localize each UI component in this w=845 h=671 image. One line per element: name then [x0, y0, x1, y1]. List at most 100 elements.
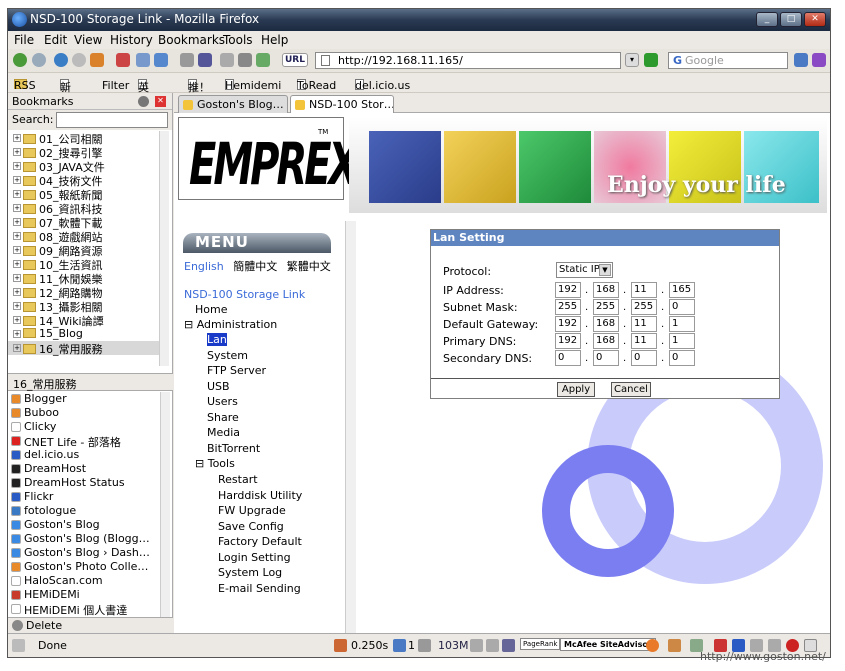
forward-icon[interactable]	[32, 53, 46, 67]
back-icon[interactable]	[13, 53, 27, 67]
bookmark-item[interactable]: Buboo	[8, 406, 163, 420]
list-scrollbar[interactable]	[160, 392, 170, 617]
admin-item[interactable]: Media	[207, 426, 240, 439]
tools-item[interactable]: Login Setting	[218, 551, 291, 564]
tools-item[interactable]: Restart	[218, 473, 258, 486]
admin-item[interactable]: Lan	[207, 333, 227, 346]
bookmark-item[interactable]: Goston's Blog › Dash…	[8, 546, 163, 560]
gear-icon[interactable]	[220, 53, 234, 67]
nav-home[interactable]: Home	[195, 303, 227, 316]
ip-octet-input[interactable]: 168	[593, 333, 619, 349]
stop-icon[interactable]	[72, 53, 86, 67]
extension-icon[interactable]	[116, 53, 130, 67]
tools-item[interactable]: Harddisk Utility	[218, 489, 302, 502]
nav-title[interactable]: NSD-100 Storage Link	[184, 288, 305, 301]
tool-icon[interactable]	[180, 53, 194, 67]
tools-item[interactable]: E-mail Sending	[218, 582, 301, 595]
folder-item[interactable]: +09_網路資源	[8, 243, 168, 258]
folder-item[interactable]: +12_網路購物	[8, 285, 168, 300]
tools-item[interactable]: Factory Default	[218, 535, 302, 548]
url-toggle-icon[interactable]: URL	[282, 53, 308, 67]
tool-icon-6[interactable]	[486, 639, 499, 652]
menu-edit[interactable]: Edit	[44, 33, 67, 47]
maximize-button[interactable]: □	[780, 12, 802, 27]
apply-button[interactable]: Apply	[557, 382, 595, 397]
menu-tools[interactable]: Tools	[223, 33, 253, 47]
edit-icon[interactable]	[418, 639, 431, 652]
expand-icon[interactable]: +	[13, 162, 21, 170]
ip-octet-input[interactable]: 192	[555, 316, 581, 332]
ip-octet-input[interactable]: 1	[669, 316, 695, 332]
bookmarks-icon[interactable]	[154, 53, 168, 67]
ip-octet-input[interactable]: 0	[593, 350, 619, 366]
expand-icon[interactable]: +	[13, 316, 21, 324]
go-icon[interactable]	[644, 53, 658, 67]
siteadvisor-indicator[interactable]: McAfee SiteAdvisor	[560, 638, 656, 651]
close-button[interactable]: ✕	[804, 12, 826, 27]
expand-icon[interactable]: +	[13, 274, 21, 282]
ip-octet-input[interactable]: 11	[631, 282, 657, 298]
tab-nsd-100[interactable]: NSD-100 Stor…	[290, 95, 394, 113]
ip-octet-input[interactable]: 165	[669, 282, 695, 298]
tools-item[interactable]: Save Config	[218, 520, 284, 533]
home-icon[interactable]	[90, 53, 104, 67]
address-bar[interactable]: http://192.168.11.165/	[315, 52, 621, 69]
bookmark-item[interactable]: del.icio.us	[8, 448, 163, 462]
folder-item[interactable]: +07_軟體下載	[8, 215, 168, 230]
folder-item[interactable]: +10_生活資訊	[8, 257, 168, 272]
admin-item[interactable]: Share	[207, 411, 239, 424]
admin-item[interactable]: FTP Server	[207, 364, 266, 377]
tool-icon-4[interactable]	[256, 53, 270, 67]
tools-item[interactable]: System Log	[218, 566, 282, 579]
ip-octet-input[interactable]: 1	[669, 333, 695, 349]
bookmark-item[interactable]: Goston's Blog	[8, 518, 163, 532]
toolbar-icon[interactable]	[794, 53, 808, 67]
ip-octet-input[interactable]: 0	[555, 350, 581, 366]
bookmark-item[interactable]: DreamHost Status	[8, 476, 163, 490]
menu-help[interactable]: Help	[261, 33, 288, 47]
admin-item[interactable]: Users	[207, 395, 238, 408]
folder-item[interactable]: +16_常用服務	[8, 341, 168, 356]
pagerank-indicator[interactable]: PageRank	[520, 638, 561, 650]
tool-icon-3[interactable]	[238, 53, 252, 67]
admin-item[interactable]: BitTorrent	[207, 442, 260, 455]
folder-item[interactable]: +08_遊戲網站	[8, 229, 168, 244]
toolbar-icon-2[interactable]	[812, 53, 826, 67]
expand-icon[interactable]: +	[13, 204, 21, 212]
menu-history[interactable]: History	[110, 33, 153, 47]
folder-item[interactable]: +13_攝影相關	[8, 299, 168, 314]
expand-icon[interactable]: +	[13, 344, 21, 352]
addon-icon-2[interactable]	[668, 639, 681, 652]
tab-gostons-blog[interactable]: Goston's Blog…	[178, 95, 288, 113]
menu-file[interactable]: File	[14, 33, 34, 47]
ip-octet-input[interactable]: 168	[593, 282, 619, 298]
bookmark-item[interactable]: fotologue	[8, 504, 163, 518]
ip-octet-input[interactable]: 255	[631, 299, 657, 315]
folder-item[interactable]: +15_Blog	[8, 327, 168, 341]
sidebar-toggle-icon[interactable]	[136, 53, 150, 67]
bookmark-item[interactable]: CNET Life - 部落格	[8, 434, 163, 449]
nav-administration[interactable]: ⊟ Administration	[184, 318, 277, 331]
expand-icon[interactable]: +	[13, 148, 21, 156]
ip-octet-input[interactable]: 168	[593, 316, 619, 332]
tree-scrollbar[interactable]	[159, 131, 169, 366]
admin-item[interactable]: USB	[207, 380, 230, 393]
expand-icon[interactable]: +	[13, 246, 21, 254]
globe-icon[interactable]	[502, 639, 515, 652]
folder-item[interactable]: +04_技術文件	[8, 173, 168, 188]
ip-octet-input[interactable]: 0	[669, 299, 695, 315]
folder-item[interactable]: +03_JAVA文件	[8, 159, 168, 174]
bookmark-item[interactable]: DreamHost	[8, 462, 163, 476]
delete-button[interactable]: Delete	[8, 617, 173, 633]
folder-item[interactable]: +02_搜尋引擎	[8, 145, 168, 160]
ip-octet-input[interactable]: 0	[669, 350, 695, 366]
reload-icon[interactable]	[54, 53, 68, 67]
expand-icon[interactable]: +	[13, 302, 21, 310]
expand-icon[interactable]: +	[13, 232, 21, 240]
folder-item[interactable]: +05_報紙新聞	[8, 187, 168, 202]
folder-item[interactable]: +14_Wiki論譚	[8, 313, 168, 328]
bookmark-item[interactable]: HEMiDEMi 個人書達	[8, 602, 163, 617]
ip-octet-input[interactable]: 192	[555, 282, 581, 298]
firefox-addon-icon[interactable]	[646, 639, 659, 652]
cancel-button[interactable]: Cancel	[611, 382, 651, 397]
